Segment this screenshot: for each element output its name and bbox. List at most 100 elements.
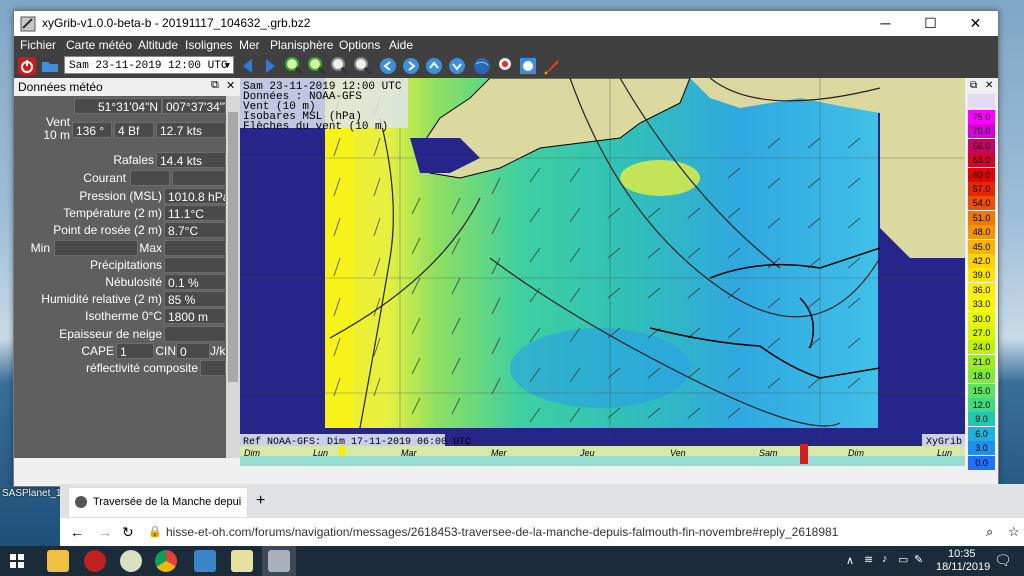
bookmark-icon[interactable]: ☆ (1008, 524, 1020, 540)
timeline-day: Lun (937, 448, 953, 458)
move-up-icon[interactable] (424, 56, 444, 76)
zoom-in-icon[interactable] (284, 56, 304, 76)
cin-unit-label: J/k (210, 344, 226, 358)
legend-cell: 66.0 (968, 138, 995, 153)
new-tab-button[interactable]: + (256, 492, 265, 510)
app-window-icon[interactable] (194, 550, 216, 572)
humidity-label: Humidité relative (2 m) (41, 292, 162, 306)
move-down-icon[interactable] (447, 56, 467, 76)
wind-field-patch (620, 160, 700, 196)
min-value (54, 240, 138, 256)
menu-aide[interactable]: Aide (389, 38, 413, 52)
menu-mer[interactable]: Mer (239, 38, 260, 52)
metar-icon[interactable] (518, 56, 538, 76)
next-arrow-icon[interactable] (260, 56, 280, 76)
title-bar[interactable]: xyGrib-v1.0.0-beta-b - 20191117_104632_.… (14, 11, 998, 36)
max-value (164, 240, 226, 256)
move-right-icon[interactable] (401, 56, 421, 76)
globe-icon[interactable] (472, 56, 492, 76)
cin-value: 0 (176, 343, 210, 359)
weather-map[interactable]: Sam 23-11-2019 12:00 UTC Données : NOAA-… (240, 78, 965, 446)
panel-scrollbar[interactable] (226, 96, 240, 458)
close-button[interactable]: ✕ (953, 11, 998, 36)
back-icon[interactable]: ← (70, 524, 84, 540)
zoom-out-icon[interactable] (307, 56, 327, 76)
legend-cell: 45.0 (968, 239, 995, 254)
gust-value: 14.4 kts (156, 152, 226, 168)
timeline-handle[interactable] (800, 444, 808, 464)
isotherm-label: Isotherme 0°C (85, 309, 162, 323)
cloud-row: Nébulosité 0.1 % (14, 274, 226, 290)
chevron-down-icon: ▼ (224, 61, 230, 71)
app-heart-icon[interactable] (84, 550, 106, 572)
date-select[interactable]: Sam 23-11-2019 12:00 UTC ▼ (64, 56, 234, 74)
clock-date[interactable]: 18/11/2019 (936, 561, 990, 573)
temperature-row: Température (2 m) 11.1°C (14, 205, 226, 221)
timeline-slider[interactable]: Dim Lun Mar Mer Jeu Ven Sam Dim Lun (240, 444, 965, 466)
temperature-value: 11.1°C (164, 205, 226, 221)
legend-cell: 24.0 (968, 340, 995, 355)
reload-icon[interactable]: ↻ (122, 524, 134, 541)
menu-fichier[interactable]: Fichier (20, 38, 56, 52)
wifi-icon[interactable]: ≋ (864, 553, 873, 566)
url-field[interactable]: hisse-et-oh.com/forums/navigation/messag… (166, 525, 838, 539)
app-notes-icon[interactable] (231, 550, 253, 572)
power-icon[interactable] (17, 56, 37, 76)
browser-tab[interactable]: Traversée de la Manche depuis F (68, 487, 248, 518)
pin-icon[interactable] (495, 56, 515, 76)
reference-text: Ref NOAA-GFS: Dim 17-11-2019 06:00 UTC (243, 436, 471, 446)
legend-cell: 33.0 (968, 297, 995, 312)
rocket-icon[interactable] (543, 56, 563, 76)
menu-carte-meteo[interactable]: Carte météo (66, 38, 132, 52)
clock-time[interactable]: 10:35 (948, 548, 976, 560)
zoom-icon[interactable]: ⌕ (986, 524, 993, 540)
chevron-up-icon[interactable]: ∧ (846, 554, 854, 567)
cape-row: CAPE 1 CIN 0 J/k (14, 343, 226, 359)
gust-label: Rafales (113, 153, 154, 167)
menu-planisphere[interactable]: Planisphère (270, 38, 333, 52)
battery-icon[interactable]: ▭ (898, 553, 908, 566)
volume-icon[interactable]: ♪ (882, 553, 888, 565)
maximize-button[interactable]: ☐ (908, 11, 953, 36)
cloud-value: 0.1 % (164, 274, 226, 290)
xygrib-brand: XyGrib (926, 436, 962, 446)
map-canvas[interactable]: Sam 23-11-2019 12:00 UTC Données : NOAA-… (240, 78, 965, 446)
taskbar: ∧ ≋ ♪ ▭ ✎ 10:35 18/11/2019 🗨 (0, 546, 1024, 576)
chrome-icon[interactable] (155, 550, 177, 572)
wind-row: Vent 10 m 136 ° 4 Bf 12.7 kts (14, 116, 226, 146)
menu-altitude[interactable]: Altitude (138, 38, 178, 52)
file-explorer-icon[interactable] (47, 550, 69, 572)
isotherm-value: 1800 m (164, 308, 226, 324)
max-label: Max (139, 241, 162, 255)
dewpoint-value: 8.7°C (164, 222, 226, 238)
pressure-row: Pression (MSL) 1010.8 hPa (14, 188, 226, 204)
undock-icon[interactable]: ⧉ (211, 79, 219, 92)
menu-options[interactable]: Options (339, 38, 380, 52)
legend-cell: 0.0 (968, 455, 995, 470)
zoom-fit-icon[interactable] (330, 56, 350, 76)
legend-top-cell (968, 94, 995, 108)
reflectivity-value (200, 360, 226, 376)
app-medal-icon[interactable] (120, 550, 142, 572)
legend-cell: 39.0 (968, 268, 995, 283)
open-folder-icon[interactable] (40, 56, 60, 76)
previous-arrow-icon[interactable] (238, 56, 258, 76)
legend-undock-icon[interactable]: ⧉ (970, 80, 977, 91)
menu-isolignes[interactable]: Isolignes (185, 38, 232, 52)
timeline-day: Ven (670, 448, 686, 458)
minimize-button[interactable]: ─ (863, 11, 908, 36)
zoom-all-icon[interactable] (353, 56, 373, 76)
precipitation-value (164, 257, 226, 273)
legend-close-icon[interactable]: ✕ (985, 80, 993, 91)
wind-direction-value: 136 ° (72, 122, 112, 138)
color-legend: ⧉ ✕ 75.0 70.0 66.0 63.0 60.0 57.0 54.0 51.0 48.0… (965, 78, 998, 470)
longitude-value: 007°37'34"W (162, 98, 226, 114)
scrollbar-thumb[interactable] (228, 112, 238, 382)
snow-value (164, 326, 226, 342)
forward-icon[interactable]: → (98, 524, 112, 540)
pen-icon[interactable]: ✎ (914, 553, 923, 566)
windows-start-icon[interactable] (10, 554, 24, 568)
move-left-icon[interactable] (378, 56, 398, 76)
notification-icon[interactable]: 🗨 (994, 552, 1012, 569)
close-panel-icon[interactable]: ✕ (226, 79, 235, 92)
